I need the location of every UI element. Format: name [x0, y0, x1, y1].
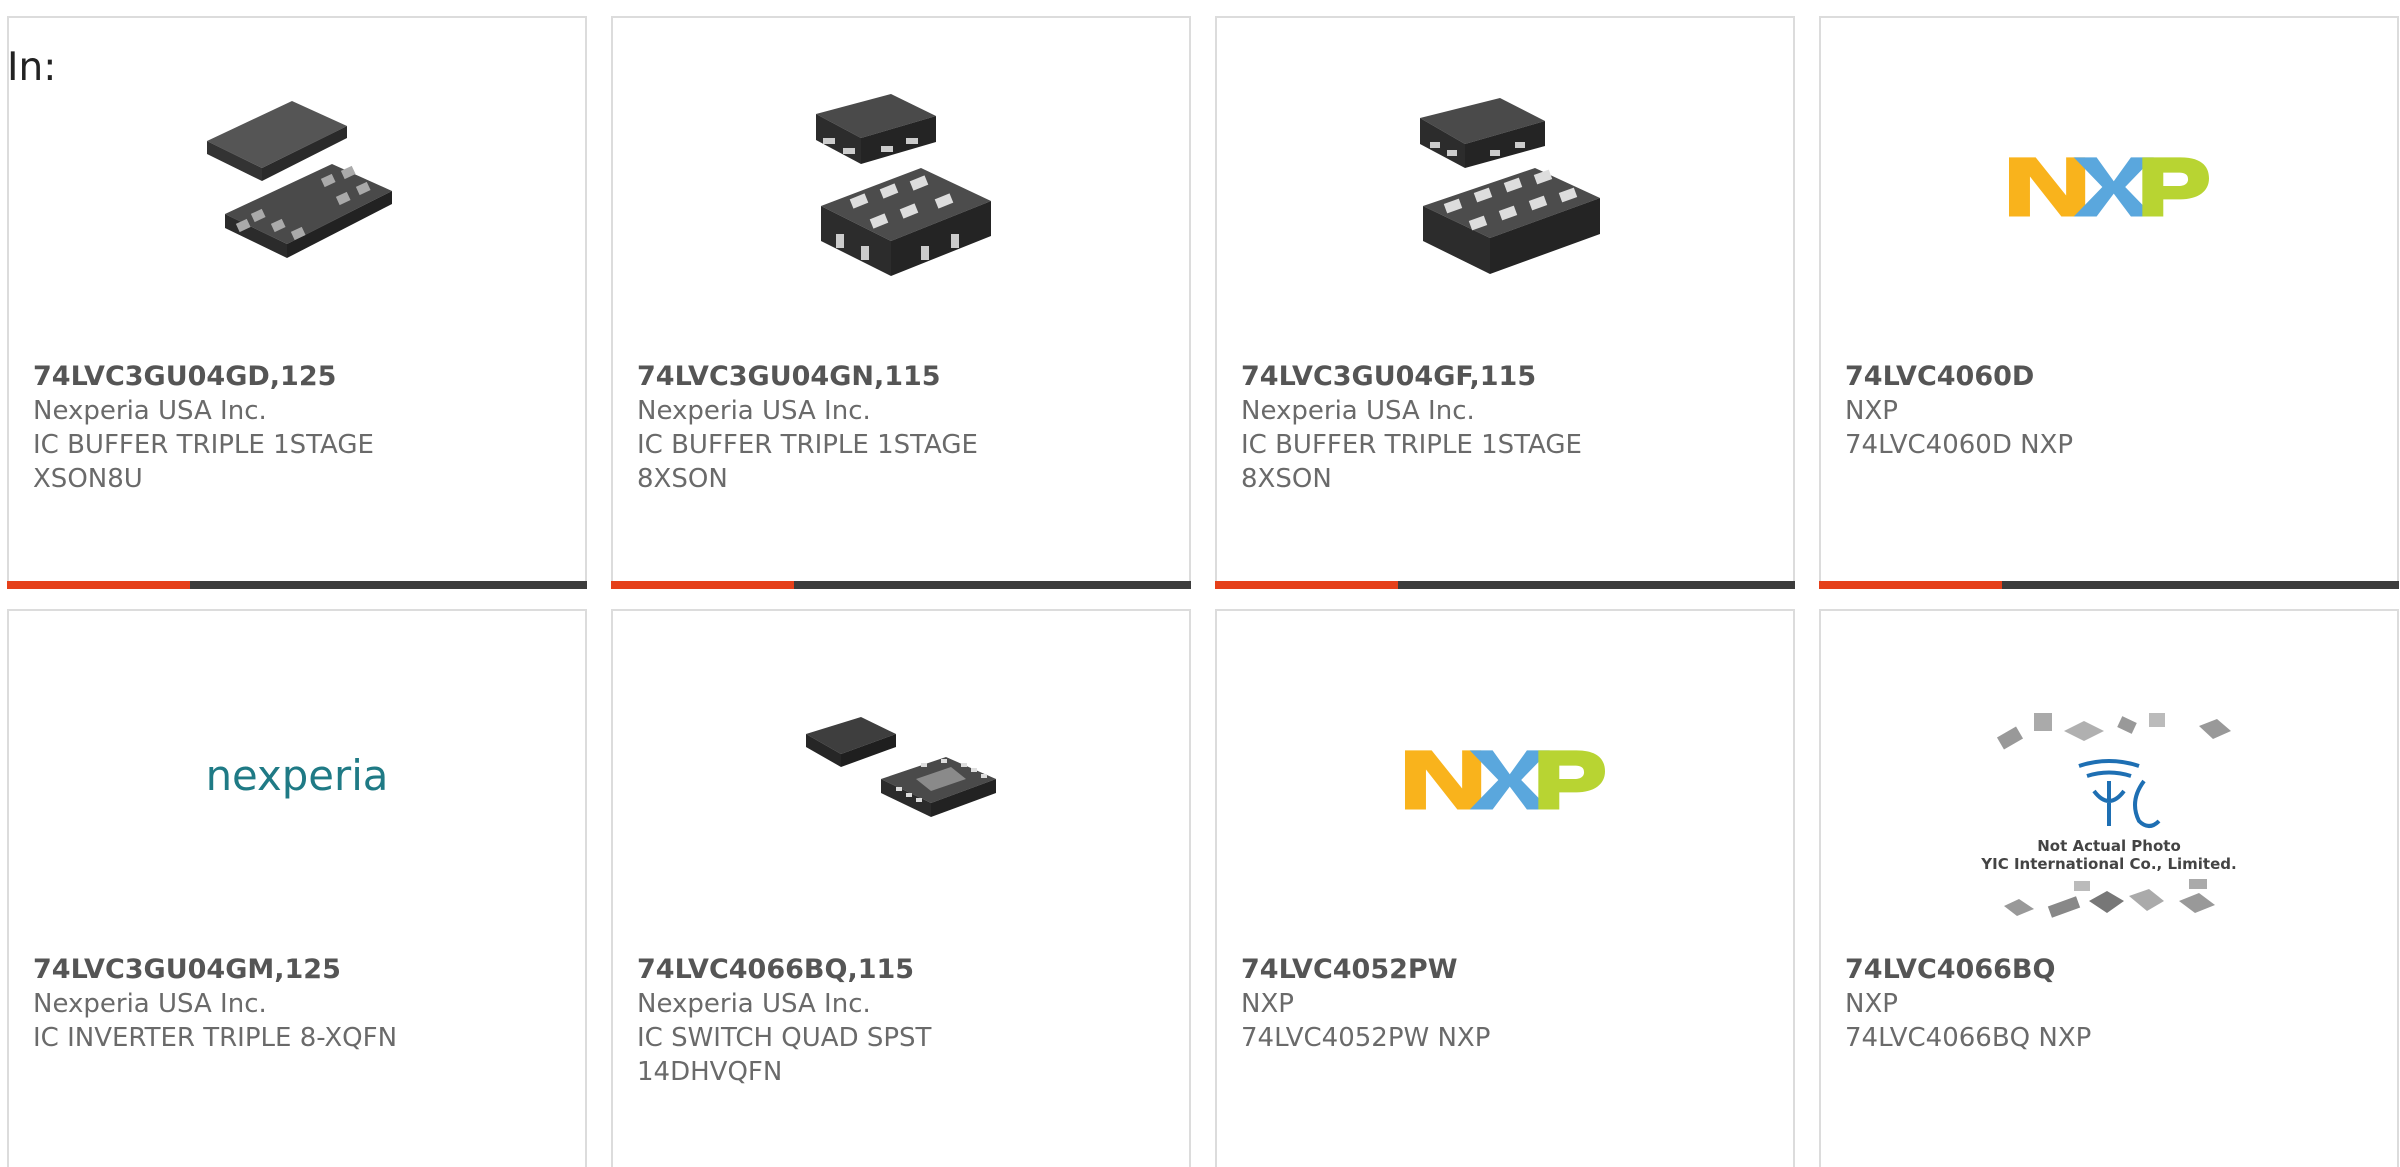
description-line: IC INVERTER TRIPLE 8-XQFN	[33, 1023, 398, 1053]
manufacturer: Nexperia USA Inc.	[637, 396, 871, 426]
product-image	[1405, 679, 1605, 879]
description-line: 74LVC4060D NXP	[1845, 430, 2074, 460]
accent-bar	[1215, 581, 1398, 589]
product-info: 74LVC3GU04GD,125 Nexperia USA Inc. IC BU…	[33, 360, 565, 496]
manufacturer: Nexperia USA Inc.	[33, 396, 267, 426]
product-grid: 74LVC3GU04GD,125 Nexperia USA Inc. IC BU…	[7, 16, 2399, 1167]
filter-label: In:	[7, 45, 57, 90]
card-bottom-bar	[7, 581, 587, 589]
manufacturer: Nexperia USA Inc.	[1241, 396, 1475, 426]
xson-package-icon	[816, 94, 991, 276]
card-bottom-bar	[611, 581, 1191, 589]
manufacturer: NXP	[1845, 396, 1898, 426]
accent-bar	[611, 581, 794, 589]
accent-bar	[1819, 581, 2002, 589]
product-info: 74LVC4060D NXP 74LVC4060D NXP	[1845, 360, 2377, 462]
product-info: 74LVC3GU04GF,115 Nexperia USA Inc. IC BU…	[1241, 360, 1773, 496]
qfn-package-icon	[806, 717, 996, 817]
product-info: 74LVC3GU04GN,115 Nexperia USA Inc. IC BU…	[637, 360, 1169, 496]
description-line: IC BUFFER TRIPLE 1STAGE	[637, 430, 978, 460]
card-bottom-bar	[1215, 581, 1795, 589]
yic-caption: Not Actual Photo	[2037, 837, 2181, 855]
product-info: 74LVC4052PW NXP 74LVC4052PW NXP	[1241, 953, 1773, 1055]
product-image	[197, 86, 397, 286]
manufacturer: NXP	[1845, 989, 1898, 1019]
xson-package-icon	[207, 101, 392, 258]
product-info: 74LVC4066BQ NXP 74LVC4066BQ NXP	[1845, 953, 2377, 1055]
nexperia-wordmark: nexperia	[206, 751, 389, 800]
product-info: 74LVC4066BQ,115 Nexperia USA Inc. IC SWI…	[637, 953, 1169, 1089]
product-card[interactable]: 74LVC4052PW NXP 74LVC4052PW NXP	[1215, 609, 1795, 1167]
manufacturer: NXP	[1241, 989, 1294, 1019]
product-info: 74LVC3GU04GM,125 Nexperia USA Inc. IC IN…	[33, 953, 565, 1055]
product-grid-page: 74LVC3GU04GD,125 Nexperia USA Inc. IC BU…	[0, 0, 2400, 1167]
manufacturer: Nexperia USA Inc.	[33, 989, 267, 1019]
part-number[interactable]: 74LVC4052PW	[1241, 953, 1773, 987]
product-card[interactable]: Not Actual Photo YIC International Co., …	[1819, 609, 2399, 1167]
product-image	[801, 86, 1001, 286]
part-number[interactable]: 74LVC3GU04GN,115	[637, 360, 1169, 394]
part-number[interactable]: 74LVC3GU04GF,115	[1241, 360, 1773, 394]
description-line: IC SWITCH QUAD SPST	[637, 1023, 932, 1053]
description-line: 8XSON	[1241, 464, 1332, 494]
nxp-logo	[1405, 750, 1605, 810]
product-image	[801, 679, 1001, 879]
description-line: 74LVC4066BQ NXP	[1845, 1023, 2092, 1053]
description-line: IC BUFFER TRIPLE 1STAGE	[33, 430, 374, 460]
description-line: IC BUFFER TRIPLE 1STAGE	[1241, 430, 1582, 460]
product-card[interactable]: 74LVC4060D NXP 74LVC4060D NXP	[1819, 16, 2399, 589]
part-number[interactable]: 74LVC3GU04GD,125	[33, 360, 565, 394]
nxp-logo	[2009, 157, 2209, 217]
product-card[interactable]: 74LVC4066BQ,115 Nexperia USA Inc. IC SWI…	[611, 609, 1191, 1167]
part-number[interactable]: 74LVC4066BQ,115	[637, 953, 1169, 987]
nexperia-logo: nexperia	[206, 751, 389, 800]
description-line: 14DHVQFN	[637, 1057, 783, 1087]
product-image: Not Actual Photo YIC International Co., …	[1979, 701, 2239, 941]
product-card[interactable]: 74LVC3GU04GN,115 Nexperia USA Inc. IC BU…	[611, 16, 1191, 589]
description-line: 74LVC4052PW NXP	[1241, 1023, 1491, 1053]
product-card[interactable]: 74LVC3GU04GD,125 Nexperia USA Inc. IC BU…	[7, 16, 587, 589]
part-number[interactable]: 74LVC4060D	[1845, 360, 2377, 394]
product-image	[1405, 86, 1605, 286]
part-number[interactable]: 74LVC4066BQ	[1845, 953, 2377, 987]
product-image: nexperia	[197, 679, 397, 879]
product-card[interactable]: nexperia 74LVC3GU04GM,125 Nexperia USA I…	[7, 609, 587, 1167]
card-bottom-bar	[1819, 581, 2399, 589]
description-line: 8XSON	[637, 464, 728, 494]
yic-placeholder: Not Actual Photo YIC International Co., …	[1980, 713, 2237, 918]
description-line: XSON8U	[33, 464, 143, 494]
product-image	[2009, 86, 2209, 286]
manufacturer: Nexperia USA Inc.	[637, 989, 871, 1019]
xson-package-icon	[1420, 98, 1600, 274]
part-number[interactable]: 74LVC3GU04GM,125	[33, 953, 565, 987]
product-card[interactable]: 74LVC3GU04GF,115 Nexperia USA Inc. IC BU…	[1215, 16, 1795, 589]
accent-bar	[7, 581, 190, 589]
yic-caption: YIC International Co., Limited.	[1980, 855, 2236, 873]
